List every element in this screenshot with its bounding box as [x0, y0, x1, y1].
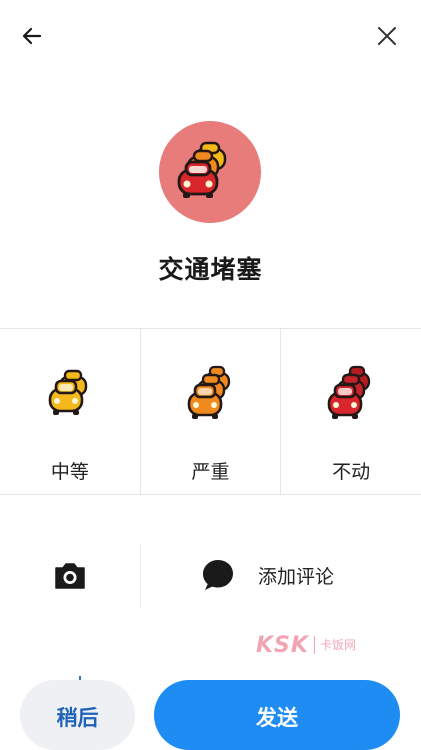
traffic-jam-cars-icon [177, 141, 227, 198]
severity-standstill-label: 不动 [332, 461, 371, 483]
page-title: 交通堵塞 [158, 255, 263, 284]
arrow-left-icon [22, 27, 42, 45]
heavy-traffic-icon [187, 365, 230, 419]
severity-moderate-option[interactable]: 中等 [0, 329, 141, 494]
moderate-traffic-icon [48, 369, 88, 415]
severity-heavy-label: 严重 [191, 461, 230, 483]
watermark-logo: KSK [256, 632, 309, 658]
add-comment-button[interactable]: 添加评论 [200, 550, 400, 600]
add-photo-button[interactable] [48, 554, 92, 598]
severity-heavy-option[interactable]: 严重 [141, 329, 282, 494]
send-button[interactable]: 发送 [154, 680, 400, 750]
action-divider [140, 544, 141, 608]
severity-options: 中等 严重 不动 [0, 328, 421, 495]
add-comment-label: 添加评论 [258, 565, 335, 588]
top-bar [0, 0, 421, 70]
speech-bubble-icon [203, 560, 233, 590]
later-button[interactable]: 稍后 [20, 680, 135, 750]
watermark: KSK 卡饭网 [256, 632, 356, 658]
watermark-text: 卡饭网 [319, 638, 356, 652]
back-button[interactable] [14, 18, 50, 54]
standstill-traffic-icon [327, 365, 371, 419]
severity-moderate-label: 中等 [50, 461, 89, 483]
watermark-text-block: 卡饭网 [320, 639, 356, 651]
watermark-separator [313, 636, 315, 654]
send-button-label: 发送 [256, 706, 298, 730]
close-icon [378, 27, 396, 45]
later-button-label: 稍后 [56, 706, 99, 730]
action-row: 添加评论 [0, 540, 421, 610]
close-button[interactable] [369, 18, 405, 54]
camera-icon [55, 563, 85, 589]
severity-standstill-option[interactable]: 不动 [281, 329, 421, 494]
traffic-jam-badge [159, 121, 261, 223]
